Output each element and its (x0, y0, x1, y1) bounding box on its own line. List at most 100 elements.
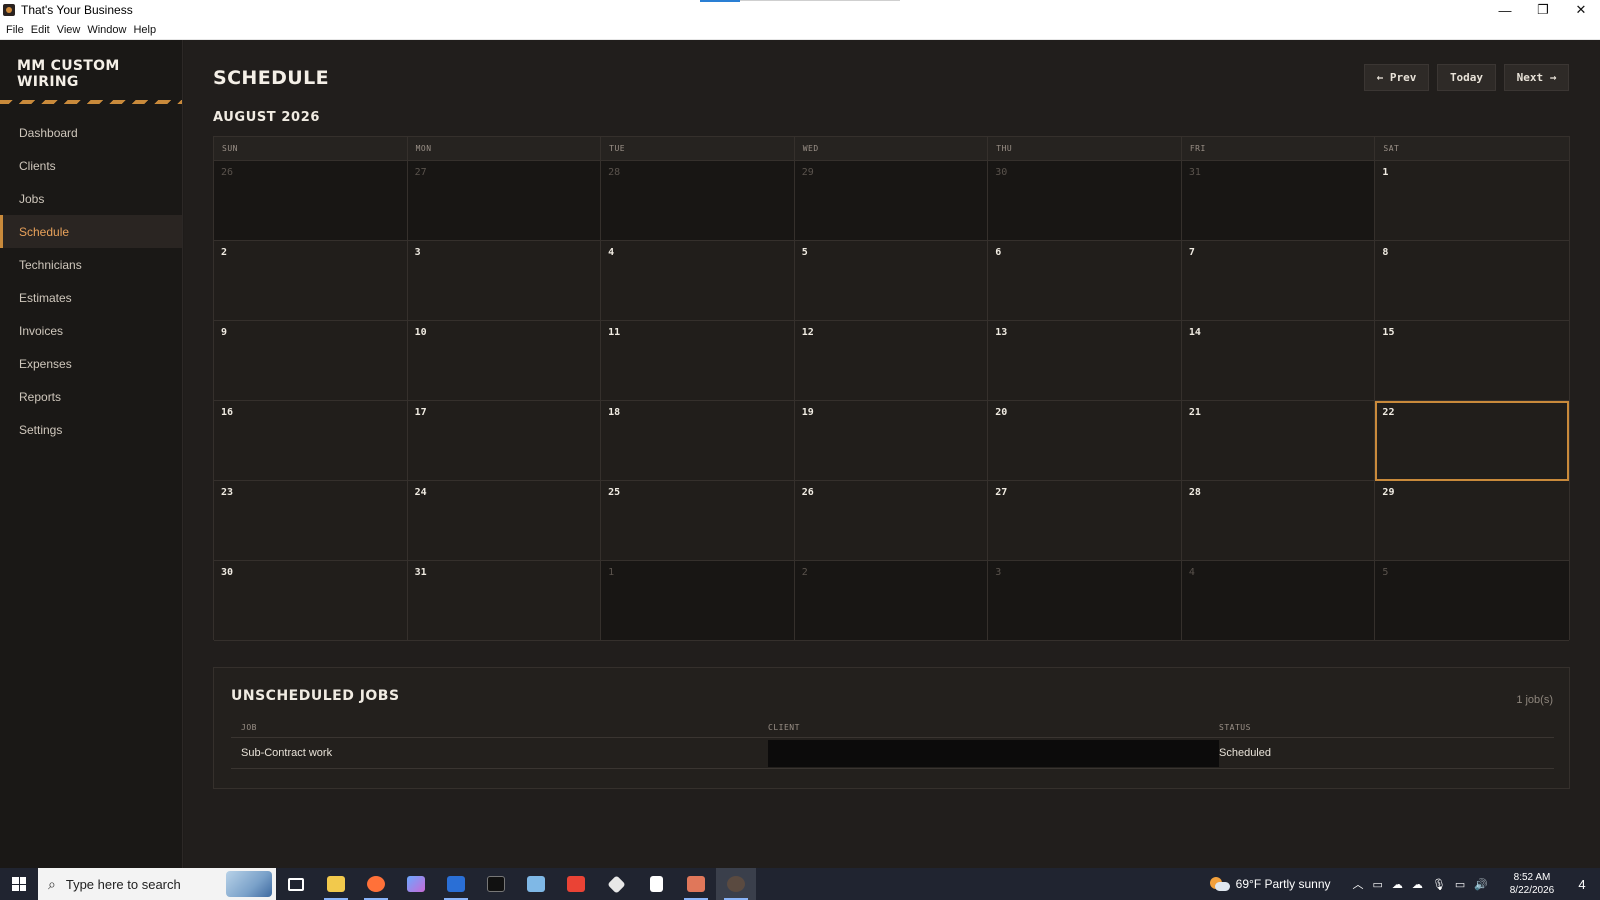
notepad-icon[interactable] (516, 868, 556, 900)
calendar-day-cell[interactable]: 3 (407, 241, 602, 321)
sidebar-item-dashboard[interactable]: Dashboard (0, 116, 182, 149)
calendar: SUN MON TUE WED THU FRI SAT 26 27 28 29 30 31… (213, 136, 1570, 641)
restore-button[interactable]: ❐ (1524, 0, 1562, 20)
calendar-day-cell[interactable]: 10 (407, 321, 602, 401)
prev-month-button[interactable]: ← Prev (1364, 64, 1429, 91)
menu-view[interactable]: View (57, 24, 81, 36)
sidebar-item-settings[interactable]: Settings (0, 413, 182, 446)
sidebar-item-expenses[interactable]: Expenses (0, 347, 182, 380)
menu-window[interactable]: Window (87, 24, 126, 36)
calendar-day-number: 23 (221, 487, 234, 498)
calendar-day-cell[interactable]: 1 (601, 561, 795, 641)
git-icon[interactable] (596, 868, 636, 900)
calendar-day-cell[interactable]: 4 (601, 241, 795, 321)
calendar-day-cell[interactable]: 3 (988, 561, 1182, 641)
sidebar-item-clients[interactable]: Clients (0, 149, 182, 182)
calendar-day-cell[interactable]: 1 (1375, 161, 1569, 241)
network-icon[interactable]: ▭ (1455, 878, 1465, 891)
calendar-day-cell[interactable]: 31 (1181, 161, 1376, 241)
calendar-day-cell[interactable]: 12 (794, 321, 989, 401)
sidebar-item-reports[interactable]: Reports (0, 380, 182, 413)
calendar-day-cell[interactable]: 19 (794, 401, 989, 481)
calendar-day-cell[interactable]: 8 (1375, 241, 1569, 321)
unscheduled-jobs-table: JOB CLIENT STATUS Sub-Contract work Sche… (231, 718, 1554, 769)
calendar-day-cell[interactable]: 31 (407, 561, 602, 641)
microphone-icon[interactable]: 🎙 (1432, 878, 1446, 891)
sidebar-item-technicians[interactable]: Technicians (0, 248, 182, 281)
gmail-icon[interactable] (556, 868, 596, 900)
menu-file[interactable]: File (6, 24, 24, 36)
calendar-day-number: 13 (995, 327, 1008, 338)
today-button[interactable]: Today (1437, 64, 1496, 91)
calendar-day-cell[interactable]: 17 (407, 401, 602, 481)
calendar-day-cell[interactable]: 26 (214, 161, 408, 241)
menu-edit[interactable]: Edit (31, 24, 50, 36)
weather-text[interactable]: 69°F Partly sunny (1236, 877, 1331, 891)
copilot-icon[interactable] (396, 868, 436, 900)
calendar-day-today[interactable]: 22 (1375, 401, 1569, 481)
calendar-day-cell[interactable]: 26 (794, 481, 989, 561)
close-button[interactable]: ✕ (1562, 0, 1600, 20)
notification-count: 4 (1578, 876, 1586, 892)
powershell-icon[interactable] (436, 868, 476, 900)
sidebar-item-jobs[interactable]: Jobs (0, 182, 182, 215)
calendar-day-cell[interactable]: 11 (601, 321, 795, 401)
calendar-day-cell[interactable]: 27 (988, 481, 1182, 561)
next-month-button[interactable]: Next → (1504, 64, 1569, 91)
cloud-icon[interactable]: ☁ (1392, 878, 1403, 891)
business-app-icon[interactable] (716, 868, 756, 900)
calendar-day-cell[interactable]: 28 (601, 161, 795, 241)
calendar-day-cell[interactable]: 2 (794, 561, 989, 641)
calendar-day-cell[interactable]: 23 (214, 481, 408, 561)
sidebar-item-schedule[interactable]: Schedule (0, 215, 182, 248)
sidebar-item-estimates[interactable]: Estimates (0, 281, 182, 314)
calendar-day-cell[interactable]: 29 (1375, 481, 1569, 561)
claude-app-icon[interactable] (636, 868, 676, 900)
calendar-day-cell[interactable]: 27 (407, 161, 602, 241)
calendar-day-cell[interactable]: 6 (988, 241, 1182, 321)
start-button[interactable] (0, 868, 38, 900)
notification-icon[interactable]: 4 (1564, 877, 1600, 892)
calendar-day-cell[interactable]: 28 (1181, 481, 1376, 561)
menu-help[interactable]: Help (133, 24, 156, 36)
calendar-day-cell[interactable]: 25 (601, 481, 795, 561)
calendar-day-cell[interactable]: 30 (988, 161, 1182, 241)
chevron-up-icon[interactable]: ︿ (1353, 876, 1364, 892)
calendar-day-cell[interactable]: 30 (214, 561, 408, 641)
calendar-day-cell[interactable]: 14 (1181, 321, 1376, 401)
brand-line-1: MM CUSTOM (17, 58, 120, 74)
calendar-day-cell[interactable]: 18 (601, 401, 795, 481)
minimize-button[interactable]: — (1486, 0, 1524, 20)
calendar-day-number: 29 (801, 167, 814, 178)
weekday-mon: MON (408, 137, 602, 160)
calendar-day-cell[interactable]: 24 (407, 481, 602, 561)
calendar-day-cell[interactable]: 29 (794, 161, 989, 241)
clock[interactable]: 8:52 AM 8/22/2026 (1500, 871, 1564, 897)
main-content: SCHEDULE AUGUST 2026 ← Prev Today Next →… (184, 40, 1600, 868)
calendar-day-cell[interactable]: 9 (214, 321, 408, 401)
calendar-day-number: 15 (1382, 327, 1395, 338)
calendar-day-cell[interactable]: 16 (214, 401, 408, 481)
meet-now-icon[interactable]: ▭ (1373, 878, 1383, 891)
calendar-day-cell[interactable]: 21 (1181, 401, 1376, 481)
table-row[interactable]: Sub-Contract work Scheduled (231, 738, 1554, 769)
calendar-day-cell[interactable]: 5 (794, 241, 989, 321)
sidebar-item-invoices[interactable]: Invoices (0, 314, 182, 347)
terminal-icon[interactable] (476, 868, 516, 900)
calendar-day-cell[interactable]: 5 (1375, 561, 1569, 641)
calendar-day-cell[interactable]: 2 (214, 241, 408, 321)
search-placeholder: Type here to search (65, 876, 181, 892)
task-view-icon[interactable] (276, 868, 316, 900)
firefox-icon[interactable] (356, 868, 396, 900)
calendar-day-cell[interactable]: 13 (988, 321, 1182, 401)
calendar-day-cell[interactable]: 7 (1181, 241, 1376, 321)
calendar-day-cell[interactable]: 20 (988, 401, 1182, 481)
system-tray: 69°F Partly sunny ︿ ▭ ☁ ☁ 🎙 ▭ 🔊 8:52 AM … (1209, 868, 1600, 900)
calendar-day-cell[interactable]: 15 (1375, 321, 1569, 401)
volume-icon[interactable]: 🔊 (1474, 878, 1488, 891)
onedrive-icon[interactable]: ☁ (1412, 878, 1423, 891)
taskbar-search[interactable]: ⌕ Type here to search (38, 868, 276, 900)
file-explorer-icon[interactable] (316, 868, 356, 900)
claude-icon[interactable] (676, 868, 716, 900)
calendar-day-cell[interactable]: 4 (1181, 561, 1376, 641)
